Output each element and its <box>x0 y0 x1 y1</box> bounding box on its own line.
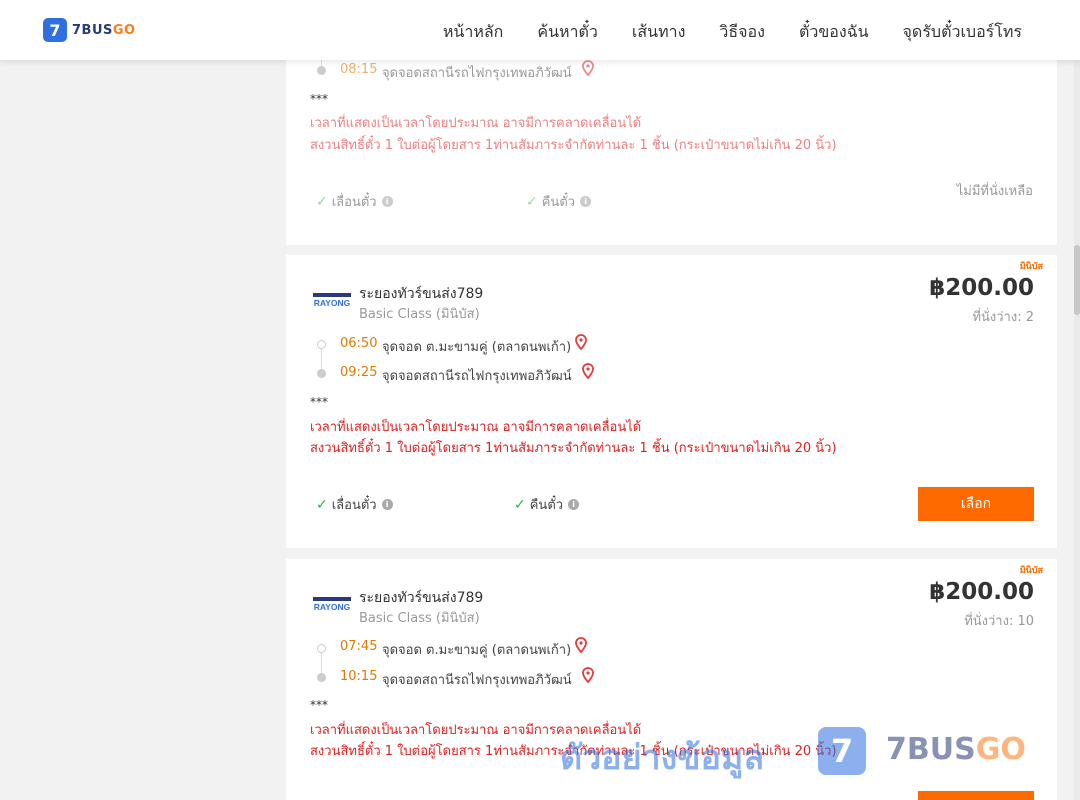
check-icon: ✓ <box>526 193 538 210</box>
note-line-2: สงวนสิทธิ์ตั๋ว 1 ใบต่อผู้โดยสาร 1ท่านสัม… <box>310 138 837 153</box>
note-stars: *** <box>310 395 328 409</box>
info-icon[interactable]: i <box>381 196 393 207</box>
arrival-time: 08:15 <box>340 62 378 77</box>
note-stars: *** <box>310 92 328 106</box>
logo-text: 7BUSGO <box>72 22 136 38</box>
perk-reschedule: ✓ เลื่อนตั๋ว i <box>316 191 393 212</box>
perk-reschedule: ✓ เลื่อนตั๋ว i <box>316 494 393 515</box>
info-icon[interactable]: i <box>580 196 592 207</box>
perk-refund: ✓ คืนตั๋ว i <box>514 494 580 515</box>
operator-name: ระยองทัวร์ขนส่ง789 <box>359 286 484 302</box>
nav-ticket-pickup[interactable]: จุดรับตั๋วเบอร์โทร <box>903 20 1022 45</box>
seat-class: Basic Class (มินิบัส) <box>359 611 480 626</box>
soldout-status: ไม่มีที่นั่งเหลือ <box>956 184 1033 199</box>
operator-logo: RAYONG <box>313 293 351 308</box>
operator-name: ระยองทัวร์ขนส่ง789 <box>359 590 484 606</box>
seats-available: ที่นั่งว่าง: 2 <box>972 310 1034 325</box>
arrival-dot-icon <box>317 673 326 682</box>
svg-text:RAYONG: RAYONG <box>314 298 351 308</box>
select-trip-button[interactable] <box>918 791 1034 800</box>
trip-card-soldout: 08:15 จุดจอดสถานีรถไฟกรุงเทพอภิวัฒน์ ***… <box>286 48 1057 245</box>
nav-how-to-book[interactable]: วิธีจอง <box>719 20 765 45</box>
arrival-time: 10:15 <box>340 669 378 684</box>
logo-mark-icon: 7 <box>43 18 67 42</box>
map-pin-icon[interactable] <box>582 60 594 76</box>
note-line-2: สงวนสิทธิ์ตั๋ว 1 ใบต่อผู้โดยสาร 1ท่านสัม… <box>310 441 837 456</box>
info-icon[interactable]: i <box>381 499 393 510</box>
arrival-stop: จุดจอดสถานีรถไฟกรุงเทพอภิวัฒน์ <box>382 369 572 384</box>
note-line-1: เวลาที่แสดงเป็นเวลาโดยประมาณ อาจมีการคลา… <box>310 116 642 131</box>
info-icon[interactable]: i <box>568 499 580 510</box>
nav-my-tickets[interactable]: ตั๋วของฉัน <box>799 20 869 45</box>
note-line-2: สงวนสิทธิ์ตั๋ว 1 ใบต่อผู้โดยสาร 1ท่านสัม… <box>310 744 837 759</box>
arrival-stop: จุดจอดสถานีรถไฟกรุงเทพอภิวัฒน์ <box>382 673 572 688</box>
arrival-dot-icon <box>317 369 326 378</box>
site-logo[interactable]: 7 7BUSGO <box>43 18 136 42</box>
arrival-stop: จุดจอดสถานีรถไฟกรุงเทพอภิวัฒน์ <box>382 66 572 81</box>
map-pin-icon[interactable] <box>575 637 587 653</box>
ticket-price: ฿200.00 <box>929 579 1034 605</box>
note-line-1: เวลาที่แสดงเป็นเวลาโดยประมาณ อาจมีการคลา… <box>310 723 642 738</box>
timeline-line <box>321 653 322 675</box>
top-header: 7 7BUSGO หน้าหลัก ค้นหาตั๋ว เส้นทาง วิธี… <box>0 0 1080 60</box>
departure-dot-icon <box>317 644 326 653</box>
trip-card: มินิบัส RAYONG ระยองทัวร์ขนส่ง789 Basic … <box>286 255 1057 548</box>
nav-home[interactable]: หน้าหลัก <box>443 20 504 45</box>
scrollbar-thumb[interactable] <box>1074 245 1080 315</box>
check-icon: ✓ <box>316 496 328 513</box>
timeline-line <box>321 349 322 371</box>
map-pin-icon[interactable] <box>582 667 594 683</box>
trip-card: มินิบัส RAYONG ระยองทัวร์ขนส่ง789 Basic … <box>286 559 1057 800</box>
ticket-price: ฿200.00 <box>929 275 1034 301</box>
departure-time: 06:50 <box>340 336 378 351</box>
nav-routes[interactable]: เส้นทาง <box>632 20 686 45</box>
operator-logo: RAYONG <box>313 597 351 612</box>
perk-refund: ✓ คืนตั๋ว i <box>526 191 592 212</box>
map-pin-icon[interactable] <box>575 334 587 350</box>
departure-stop: จุดจอด ต.มะขามคู่ (ตลาดนพเก้า) <box>382 643 572 658</box>
seat-class: Basic Class (มินิบัส) <box>359 307 480 322</box>
check-icon: ✓ <box>514 496 526 513</box>
vehicle-type-badge: มินิบัส <box>1019 262 1043 272</box>
arrival-time: 09:25 <box>340 365 378 380</box>
departure-dot-icon <box>317 340 326 349</box>
seats-available: ที่นั่งว่าง: 10 <box>964 614 1034 629</box>
svg-text:RAYONG: RAYONG <box>314 602 351 612</box>
note-stars: *** <box>310 698 328 712</box>
vehicle-type-badge: มินิบัส <box>1019 566 1043 576</box>
main-nav: หน้าหลัก ค้นหาตั๋ว เส้นทาง วิธีจอง ตั๋วข… <box>443 20 1022 45</box>
departure-time: 07:45 <box>340 639 378 654</box>
arrival-dot-icon <box>317 66 326 75</box>
map-pin-icon[interactable] <box>582 363 594 379</box>
nav-search-ticket[interactable]: ค้นหาตั๋ว <box>537 20 598 45</box>
check-icon: ✓ <box>316 193 328 210</box>
departure-stop: จุดจอด ต.มะขามคู่ (ตลาดนพเก้า) <box>382 340 572 355</box>
page-scrollbar[interactable] <box>1074 60 1080 800</box>
note-line-1: เวลาที่แสดงเป็นเวลาโดยประมาณ อาจมีการคลา… <box>310 420 642 435</box>
select-trip-button[interactable]: เลือก <box>918 487 1034 521</box>
